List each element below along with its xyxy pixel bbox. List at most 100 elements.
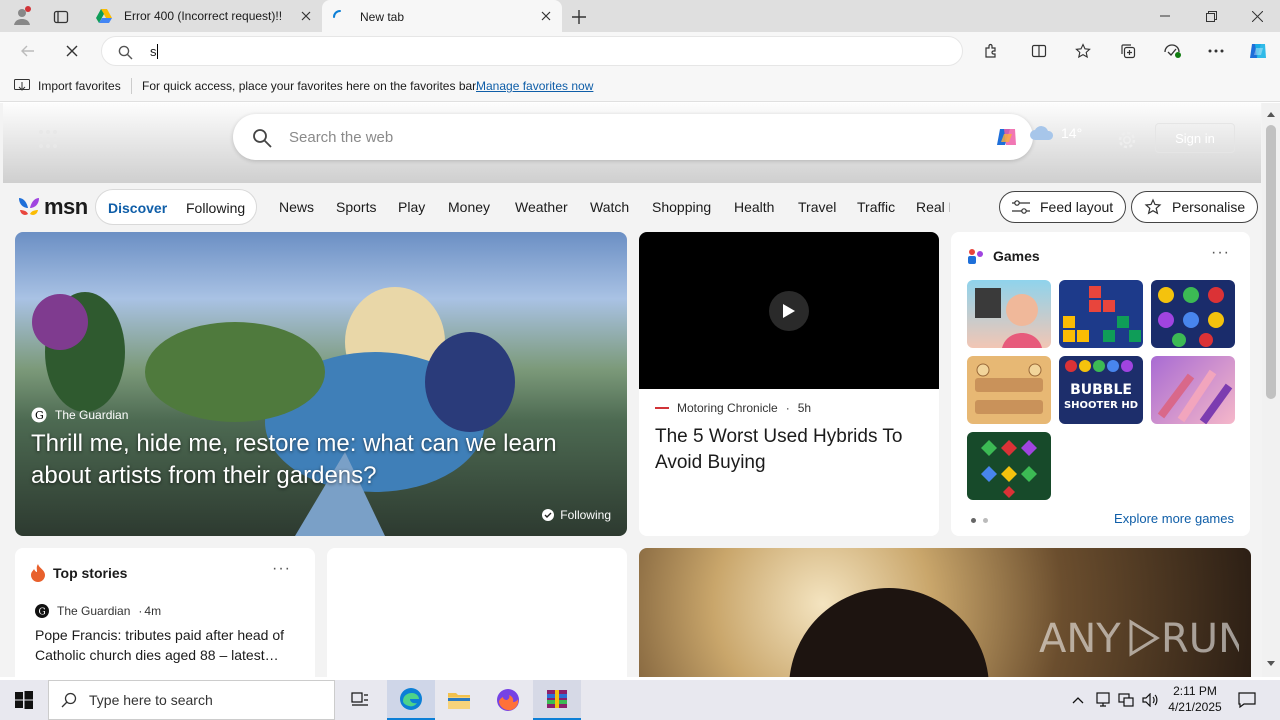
separator-dot: · [785, 401, 790, 415]
copilot-search-icon[interactable] [993, 123, 1021, 151]
feed-layout-button[interactable]: Feed layout [999, 191, 1127, 223]
extensions-icon[interactable] [977, 38, 1005, 64]
nav-money[interactable]: Money [448, 199, 490, 215]
tab-actions-icon[interactable] [50, 6, 72, 28]
address-bar[interactable]: s [101, 36, 963, 66]
import-favorites-button[interactable]: Import favorites [38, 79, 121, 93]
app-launcher-icon[interactable] [36, 127, 60, 151]
tab-following[interactable]: Following [186, 200, 245, 216]
following-label: Following [560, 508, 611, 522]
nav-traffic[interactable]: Traffic [857, 199, 895, 215]
taskbar-search-box[interactable]: Type here to search [48, 680, 335, 720]
personalise-button[interactable]: Personalise [1131, 191, 1259, 223]
explore-more-games-link[interactable]: Explore more games [1114, 511, 1234, 526]
scroll-up-arrow-icon[interactable] [1266, 109, 1276, 119]
scroll-down-arrow-icon[interactable] [1266, 659, 1276, 669]
network-icon[interactable] [1116, 690, 1136, 710]
nav-health[interactable]: Health [734, 199, 774, 215]
search-icon [251, 127, 273, 149]
sign-in-button[interactable]: Sign in [1155, 123, 1235, 153]
close-tab-icon[interactable] [298, 8, 314, 24]
nav-weather[interactable]: Weather [515, 199, 568, 215]
anyrun-watermark: ANY RUN [1039, 616, 1239, 662]
nav-news[interactable]: News [279, 199, 314, 215]
game-tile[interactable] [967, 432, 1051, 500]
back-button[interactable] [14, 38, 42, 64]
tab-discover[interactable]: Discover [108, 200, 167, 216]
nav-watch[interactable]: Watch [590, 199, 629, 215]
games-icon [967, 248, 985, 264]
collections-icon[interactable] [1114, 38, 1142, 64]
following-badge[interactable]: Following [542, 508, 611, 522]
import-favorites-icon [13, 78, 31, 94]
split-screen-icon[interactable] [1025, 38, 1053, 64]
security-icon[interactable] [1093, 690, 1113, 710]
restore-button[interactable] [1188, 0, 1234, 32]
browser-essentials-icon[interactable] [1158, 38, 1186, 64]
close-window-button[interactable] [1234, 0, 1280, 32]
page-settings-gear-icon[interactable] [1115, 128, 1139, 152]
copilot-icon[interactable] [1244, 38, 1272, 64]
web-search-box[interactable]: Search the web [233, 114, 1033, 160]
scrollbar-thumb[interactable] [1266, 125, 1276, 399]
new-tab-button[interactable] [568, 6, 590, 28]
video-title[interactable]: The 5 Worst Used Hybrids To Avoid Buying [655, 424, 927, 476]
task-view-icon[interactable] [336, 680, 384, 720]
video-player[interactable] [639, 232, 939, 389]
start-button[interactable] [0, 680, 48, 720]
file-explorer-icon[interactable] [435, 680, 483, 720]
weather-widget[interactable]: 14° [1029, 125, 1082, 141]
game-tile[interactable] [1151, 356, 1235, 424]
edge-taskbar-icon[interactable] [387, 680, 435, 720]
action-center-icon[interactable] [1236, 690, 1258, 710]
nav-real-estate[interactable]: Real E [916, 199, 950, 215]
msn-butterfly-icon [16, 194, 42, 220]
search-icon [61, 692, 77, 708]
nav-travel[interactable]: Travel [798, 199, 836, 215]
svg-text:G: G [39, 608, 46, 618]
system-clock[interactable]: 2:11 PM 4/21/2025 [1164, 683, 1226, 715]
volume-icon[interactable] [1140, 690, 1160, 710]
tab-new-tab[interactable]: New tab [322, 0, 562, 34]
hero-title[interactable]: Thrill me, hide me, restore me: what can… [31, 428, 611, 492]
firefox-icon[interactable] [484, 680, 532, 720]
search-placeholder: Search the web [289, 129, 394, 146]
nav-sports[interactable]: Sports [336, 199, 376, 215]
clock-time: 2:11 PM [1173, 684, 1217, 698]
carousel-dot-active[interactable] [971, 518, 976, 523]
settings-and-more-icon[interactable] [1202, 38, 1230, 64]
tab-title: Error 400 (Incorrect request)!! 1 [124, 9, 284, 23]
msn-logo[interactable]: msn [16, 194, 88, 220]
favorites-star-icon[interactable] [1069, 38, 1097, 64]
weather-temperature: 14° [1061, 125, 1083, 141]
play-icon[interactable] [769, 291, 809, 331]
top-stories-more-options-icon[interactable]: ··· [272, 560, 291, 578]
carousel-dot[interactable] [983, 518, 988, 523]
personalise-label: Personalise [1172, 199, 1246, 215]
hero-article-card[interactable]: G The Guardian Thrill me, hide me, resto… [15, 232, 627, 536]
divider [131, 78, 132, 94]
stop-loading-button[interactable] [58, 38, 86, 64]
winrar-icon[interactable] [533, 680, 581, 720]
page-scrollbar[interactable] [1262, 103, 1280, 677]
favorites-hint: For quick access, place your favorites h… [142, 79, 479, 93]
tab-error-400[interactable]: Error 400 (Incorrect request)!! 1 [84, 0, 322, 32]
close-tab-icon[interactable] [538, 8, 554, 24]
show-hidden-icons-chevron-icon[interactable] [1068, 690, 1088, 710]
photo-article-card[interactable]: ANY RUN [639, 548, 1251, 677]
game-tile[interactable] [1151, 280, 1235, 348]
game-tile[interactable] [967, 280, 1051, 348]
game-tile[interactable] [1059, 280, 1143, 348]
games-more-options-icon[interactable]: ··· [1211, 244, 1230, 262]
svg-text:BUBBLE: BUBBLE [1070, 382, 1132, 398]
video-article-card[interactable]: Motoring Chronicle · 5h The 5 Worst Used… [639, 232, 939, 536]
nav-shopping[interactable]: Shopping [652, 199, 711, 215]
game-tile[interactable]: BUBBLE SHOOTER HD [1059, 356, 1143, 424]
manage-favorites-link[interactable]: Manage favorites now [476, 79, 593, 93]
story-title[interactable]: Pope Francis: tributes paid after head o… [35, 625, 297, 665]
minimize-button[interactable] [1142, 0, 1188, 32]
profile-avatar-icon[interactable] [10, 4, 34, 28]
nav-play[interactable]: Play [398, 199, 425, 215]
motoring-chronicle-logo-icon [655, 404, 669, 412]
game-tile[interactable] [967, 356, 1051, 424]
